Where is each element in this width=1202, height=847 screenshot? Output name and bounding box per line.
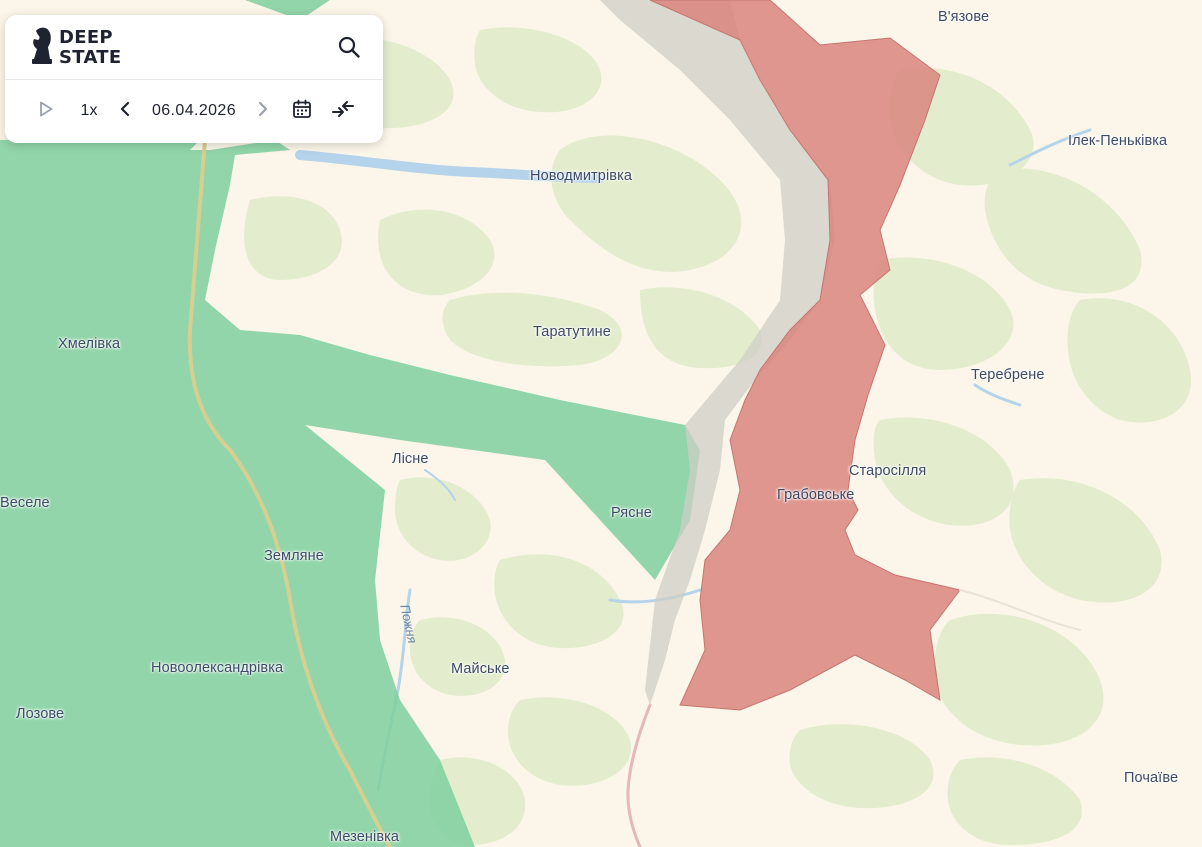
forest-patch xyxy=(551,135,742,272)
forest-patch xyxy=(378,209,495,296)
place-starosillya: Старосілля xyxy=(849,463,927,479)
place-mezenivka: Мезенівка xyxy=(330,829,400,845)
brand-name: DEEP STATE xyxy=(59,26,122,68)
brand-line-2: STATE xyxy=(59,46,122,68)
place-khmelivka: Хмелівка xyxy=(58,336,121,352)
calendar-icon xyxy=(292,99,312,124)
search-icon xyxy=(337,36,361,63)
logo[interactable]: DEEP STATE xyxy=(31,25,121,70)
place-ilek-penkivka: Ілек-Пеньківка xyxy=(1068,133,1168,149)
forest-patch xyxy=(873,257,1014,370)
forest-patch xyxy=(1009,478,1162,603)
forest-patch xyxy=(1067,298,1192,423)
place-hrabovske: Грабовське xyxy=(777,487,855,503)
place-lozove: Лозове xyxy=(16,706,65,722)
previous-date-button[interactable] xyxy=(115,97,135,125)
play-button[interactable] xyxy=(35,97,57,125)
forest-patch xyxy=(474,27,602,113)
chevron-right-icon xyxy=(258,101,268,122)
place-pochayive: Почаїве xyxy=(1124,770,1179,786)
play-icon xyxy=(39,101,53,122)
timeline-controls: 1x 06.04.2026 xyxy=(5,79,383,143)
panel-header: DEEP STATE xyxy=(5,15,383,80)
chevron-left-icon xyxy=(120,101,130,122)
place-vyazove: В'язове xyxy=(938,9,990,25)
control-panel: DEEP STATE 1x 06.04.2026 xyxy=(5,15,383,143)
place-lisne: Лісне xyxy=(392,451,429,467)
river-terebrene xyxy=(973,383,1022,407)
search-button[interactable] xyxy=(337,35,361,59)
place-ryasne: Рясне xyxy=(611,505,652,521)
forest-patch xyxy=(410,617,506,696)
forest-patch xyxy=(984,168,1142,294)
place-novodmytrivka: Новодмитрівка xyxy=(530,168,633,184)
place-taratutyne: Таратутине xyxy=(533,324,611,340)
place-terebrene: Теребрене xyxy=(971,367,1045,383)
speed-button[interactable]: 1x xyxy=(73,97,105,125)
forest-patch xyxy=(789,724,934,809)
next-date-button[interactable] xyxy=(253,97,273,125)
date-display[interactable]: 06.04.2026 xyxy=(145,97,243,125)
forest-patch xyxy=(507,697,632,786)
road-south xyxy=(626,703,652,847)
calendar-button[interactable] xyxy=(290,97,314,125)
chess-knight-logo-icon xyxy=(31,25,53,70)
place-vesele: Веселе xyxy=(0,495,50,511)
place-novooleksandrivka: Новоолександрівка xyxy=(151,660,284,676)
place-zemlyane: Земляне xyxy=(264,548,324,564)
forest-patch xyxy=(244,196,342,280)
forest-patch xyxy=(395,477,491,561)
compare-button[interactable] xyxy=(330,97,356,125)
forest-patch xyxy=(494,554,624,649)
brand-line-1: DEEP xyxy=(59,26,113,48)
arrows-compare-icon xyxy=(331,98,355,125)
place-mayske: Майське xyxy=(451,661,510,677)
forest-patch xyxy=(947,757,1082,845)
forest-patch xyxy=(934,613,1104,746)
